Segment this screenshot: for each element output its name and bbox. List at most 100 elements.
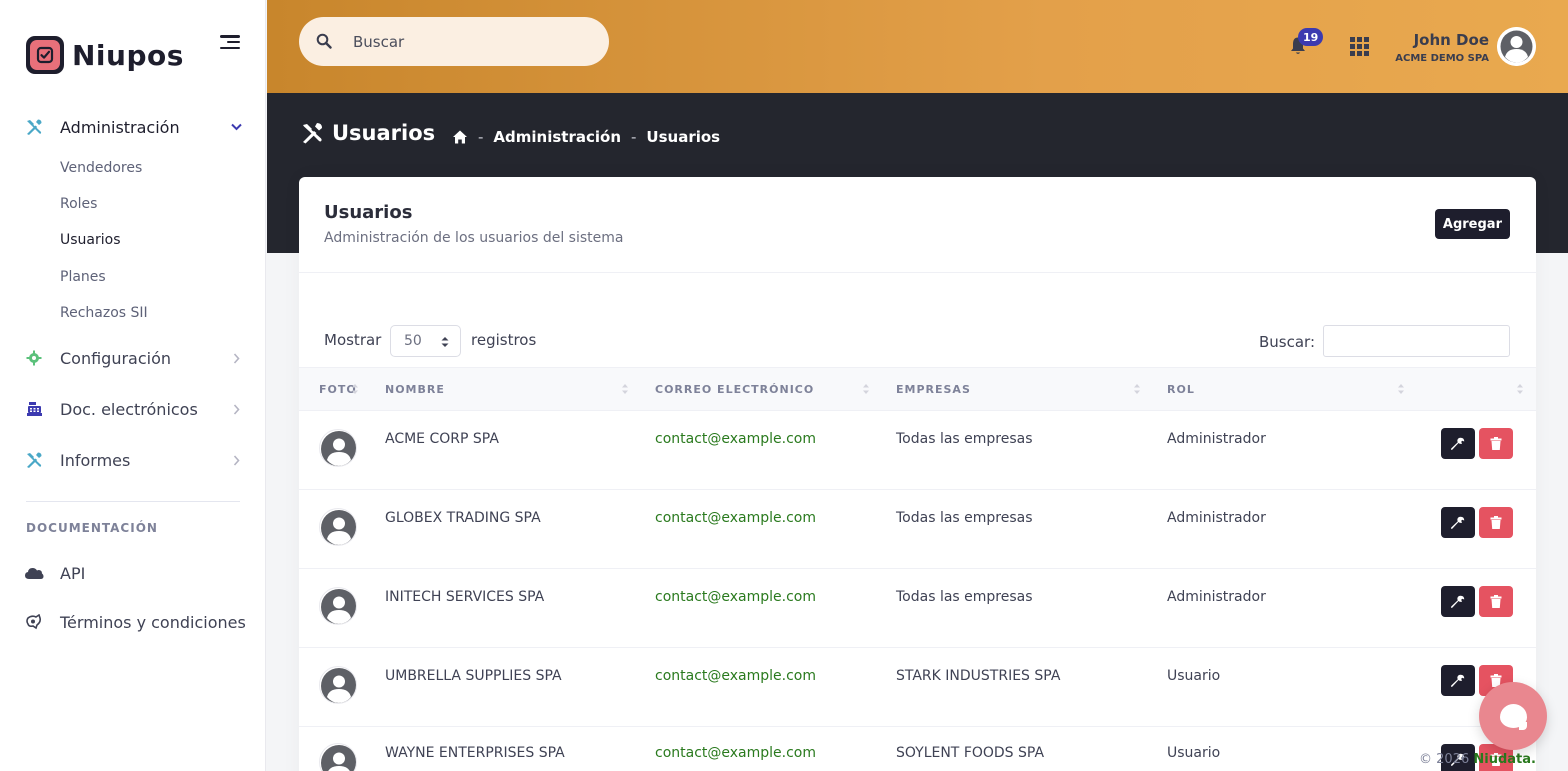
column-header-empresas[interactable]: EMPRESAS xyxy=(896,383,971,396)
sidebar-item-label: Administración xyxy=(60,117,180,137)
cell-rol: Administrador xyxy=(1167,510,1266,526)
table-header: FOTO NOMBRE CORREO ELECTRÓNICO EMPRESAS … xyxy=(299,367,1536,411)
edit-user-button[interactable] xyxy=(1441,428,1475,459)
page-length-label: Mostrar xyxy=(324,331,382,349)
chat-icon xyxy=(1499,704,1527,730)
sidebar-section-title: DOCUMENTACIÓN xyxy=(26,521,158,535)
chevron-right-icon xyxy=(230,352,242,364)
sidebar-item-administracion[interactable]: Administración xyxy=(0,107,266,147)
table-filter-input[interactable] xyxy=(1323,325,1510,357)
sidebar-subitem-rechazos-sii[interactable]: Rechazos SII xyxy=(60,305,148,321)
cell-nombre: INITECH SERVICES SPA xyxy=(385,589,545,605)
table-row: INITECH SERVICES SPA contact@example.com… xyxy=(299,569,1536,648)
sort-icon xyxy=(863,384,869,394)
sidebar-subitem-vendedores[interactable]: Vendedores xyxy=(60,160,142,176)
global-search[interactable] xyxy=(299,17,609,66)
card-subtitle: Administración de los usuarios del siste… xyxy=(324,230,624,246)
card-title: Usuarios xyxy=(324,202,413,223)
user-company: ACME DEMO SPA xyxy=(1395,53,1489,64)
sidebar-item-terminos[interactable]: Términos y condiciones xyxy=(0,602,266,642)
sort-icon xyxy=(352,384,358,394)
edit-user-button[interactable] xyxy=(1441,507,1475,538)
sidebar-item-configuracion[interactable]: Configuración xyxy=(0,338,266,378)
cell-nombre: WAYNE ENTERPRISES SPA xyxy=(385,745,565,761)
wrench-icon xyxy=(1451,516,1465,529)
edit-user-button[interactable] xyxy=(1441,665,1475,696)
delete-user-button[interactable] xyxy=(1479,586,1513,617)
user-name[interactable]: John Doe xyxy=(1414,31,1489,49)
footer-copyright: © 2026 xyxy=(1419,752,1470,767)
top-header: 19 John Doe ACME DEMO SPA xyxy=(267,0,1568,93)
user-photo-avatar xyxy=(319,666,357,704)
trash-icon xyxy=(1490,595,1502,608)
cell-email[interactable]: contact@example.com xyxy=(655,431,816,447)
footer: © 2026 Niudata. xyxy=(1419,752,1536,767)
table-row: GLOBEX TRADING SPA contact@example.com T… xyxy=(299,490,1536,569)
cloud-icon xyxy=(24,563,44,583)
user-photo-avatar xyxy=(319,743,357,771)
brand-logo[interactable]: Niupos xyxy=(26,36,184,74)
chevron-right-icon xyxy=(230,403,242,415)
cell-rol: Administrador xyxy=(1167,431,1266,447)
breadcrumb-item-administracion[interactable]: Administración xyxy=(493,128,621,146)
cell-empresas: Todas las empresas xyxy=(896,589,1033,605)
logo-mark-icon xyxy=(26,36,64,74)
sidebar-item-label: Doc. electrónicos xyxy=(60,399,198,419)
cell-nombre: UMBRELLA SUPPLIES SPA xyxy=(385,668,562,684)
sidebar-item-label: Términos y condiciones xyxy=(60,612,246,632)
home-icon[interactable] xyxy=(452,129,468,145)
delete-user-button[interactable] xyxy=(1479,428,1513,459)
cell-empresas: STARK INDUSTRIES SPA xyxy=(896,668,1061,684)
sidebar-item-label: Informes xyxy=(60,450,131,470)
cell-empresas: SOYLENT FOODS SPA xyxy=(896,745,1045,761)
chat-widget-button[interactable] xyxy=(1479,682,1547,750)
table-filter-label: Buscar: xyxy=(1258,333,1315,351)
sidebar-item-informes[interactable]: Informes xyxy=(0,440,266,480)
sort-icon xyxy=(1517,384,1523,394)
tools-icon xyxy=(24,450,44,470)
search-input[interactable] xyxy=(353,29,593,55)
cell-nombre: ACME CORP SPA xyxy=(385,431,499,447)
user-photo-avatar xyxy=(319,508,357,546)
table-row: UMBRELLA SUPPLIES SPA contact@example.co… xyxy=(299,648,1536,727)
page-length-value: 50 xyxy=(404,333,422,349)
sidebar-subitem-roles[interactable]: Roles xyxy=(60,196,97,212)
wrench-icon xyxy=(1451,595,1465,608)
cell-nombre: GLOBEX TRADING SPA xyxy=(385,510,541,526)
cash-register-icon xyxy=(24,399,44,419)
sidebar-subitem-planes[interactable]: Planes xyxy=(60,269,106,285)
footer-brand-link[interactable]: Niudata. xyxy=(1473,752,1536,767)
page-title: Usuarios xyxy=(332,121,436,145)
cell-empresas: Todas las empresas xyxy=(896,431,1033,447)
sort-icon xyxy=(622,384,628,394)
add-user-button[interactable]: Agregar xyxy=(1434,209,1510,239)
sidebar-subitem-usuarios[interactable]: Usuarios xyxy=(60,232,121,248)
sidebar-divider xyxy=(26,501,240,502)
apps-grid-icon[interactable] xyxy=(1350,37,1369,56)
page-length-select[interactable]: 50 xyxy=(390,325,461,357)
cell-email[interactable]: contact@example.com xyxy=(655,510,816,526)
cell-rol: Usuario xyxy=(1167,745,1221,761)
column-header-nombre[interactable]: NOMBRE xyxy=(385,383,445,396)
user-avatar[interactable] xyxy=(1497,27,1536,66)
search-icon xyxy=(316,33,332,49)
delete-user-button[interactable] xyxy=(1479,507,1513,538)
column-header-rol[interactable]: ROL xyxy=(1167,383,1195,396)
cell-email[interactable]: contact@example.com xyxy=(655,589,816,605)
cell-email[interactable]: contact@example.com xyxy=(655,745,816,761)
card-divider xyxy=(299,272,1536,273)
sidebar-item-label: API xyxy=(60,563,86,583)
sidebar-toggle-icon[interactable] xyxy=(220,32,242,52)
sidebar-item-doc-electronicos[interactable]: Doc. electrónicos xyxy=(0,389,266,429)
gear-icon xyxy=(24,348,44,368)
table-row: WAYNE ENTERPRISES SPA contact@example.co… xyxy=(299,727,1536,771)
wrench-icon xyxy=(1451,674,1465,687)
edit-user-button[interactable] xyxy=(1441,586,1475,617)
column-header-correo[interactable]: CORREO ELECTRÓNICO xyxy=(655,383,814,396)
sort-icon xyxy=(1134,384,1140,394)
sidebar-item-api[interactable]: API xyxy=(0,553,266,593)
page-heading: Usuarios xyxy=(300,121,435,145)
cell-email[interactable]: contact@example.com xyxy=(655,668,816,684)
cell-rol: Usuario xyxy=(1167,668,1221,684)
trash-icon xyxy=(1490,437,1502,450)
